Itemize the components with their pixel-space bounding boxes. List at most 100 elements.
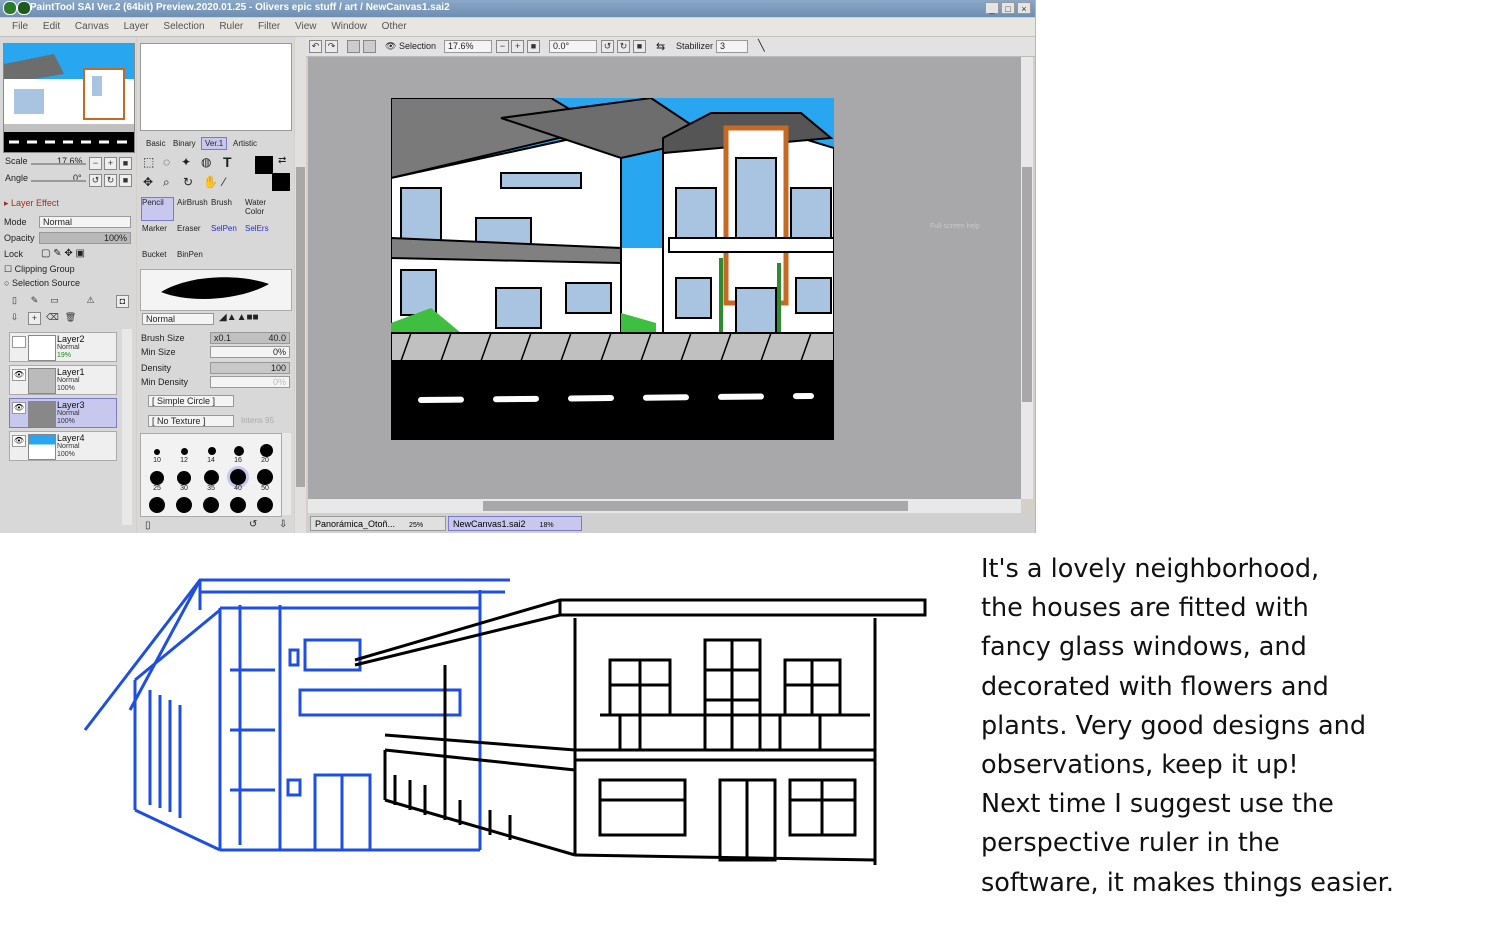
drawing-canvas[interactable]	[391, 98, 834, 440]
invert-selection-icon[interactable]	[363, 40, 376, 53]
line-tool-icon[interactable]: ╲	[758, 39, 765, 52]
deselect-icon[interactable]	[347, 40, 360, 53]
minimize-button[interactable]: _	[985, 2, 999, 14]
visibility-toggle[interactable]	[12, 336, 26, 348]
scale-slider[interactable]	[31, 163, 86, 165]
magic-wand-icon[interactable]: ✦	[181, 155, 191, 169]
tool-brush[interactable]: Brush	[211, 198, 244, 222]
layer-mask-icon[interactable]: ◘	[116, 295, 129, 308]
menu-window[interactable]: Window	[331, 18, 367, 36]
flip-horizontal-icon[interactable]: ⇆	[656, 40, 665, 53]
rotate-ccw-icon[interactable]: ↺	[601, 40, 614, 53]
navigator-thumbnail[interactable]	[3, 43, 135, 153]
menu-file[interactable]: File	[12, 18, 28, 36]
canvas-vertical-scrollbar[interactable]	[1021, 57, 1033, 499]
swap-colors-icon[interactable]: ⇄	[278, 155, 286, 166]
brush-shape-icons[interactable]: ◢▲▲■■	[219, 312, 259, 323]
brush-size-slider[interactable]: x0.1 40.0	[210, 332, 290, 344]
layer-row[interactable]: 👁 Layer1 Normal 100%	[9, 365, 117, 395]
opacity-slider[interactable]: 100%	[39, 232, 131, 244]
tab-basic[interactable]: Basic	[143, 138, 169, 149]
menu-ruler[interactable]: Ruler	[219, 18, 243, 36]
tool-settings-icon[interactable]: ▯	[145, 520, 151, 531]
doc-tab[interactable]: NewCanvas1.sai2 18%	[448, 516, 582, 531]
reset-icon[interactable]: ↺	[249, 519, 257, 530]
angle-slider[interactable]	[31, 180, 86, 182]
shape-icon[interactable]: ◍	[201, 155, 211, 169]
brush-texture-select[interactable]: [ No Texture ]	[148, 415, 234, 427]
brush-size-preset[interactable]: 16	[228, 457, 248, 464]
primary-color-swatch[interactable]	[255, 156, 273, 174]
zoom-out-icon[interactable]: −	[496, 40, 509, 53]
eye-icon[interactable]: 👁	[12, 435, 26, 447]
tool-pencil[interactable]: Pencil	[141, 197, 174, 221]
brush-size-preset[interactable]: 35	[201, 485, 221, 492]
eyedropper-icon[interactable]: ⁄	[223, 175, 225, 189]
tab-artistic[interactable]: Artistic	[230, 138, 260, 149]
brush-size-preset[interactable]: 20	[255, 457, 275, 464]
zoom-in-button[interactable]: +	[104, 157, 117, 170]
lock-icons[interactable]: ▢ ✎ ✥ ▣	[41, 248, 85, 259]
min-density-slider[interactable]: 0%	[210, 376, 290, 388]
menu-selection[interactable]: Selection	[163, 18, 204, 36]
tool-watercolor[interactable]: Water Color	[245, 198, 278, 222]
tab-ver1[interactable]: Ver.1	[201, 137, 228, 150]
brush-size-preset[interactable]: 25	[147, 485, 167, 492]
eye-icon[interactable]: 👁	[12, 369, 26, 381]
lasso-icon[interactable]: ◌	[163, 155, 170, 169]
secondary-color-swatch[interactable]	[272, 173, 290, 191]
brush-size-preset[interactable]: 12	[174, 457, 194, 464]
stabilizer-select[interactable]: 3	[716, 40, 748, 53]
brush-size-preset[interactable]: 40	[228, 485, 248, 492]
select-rect-icon[interactable]: ⬚	[143, 155, 154, 169]
maximize-button[interactable]: □	[1001, 2, 1015, 14]
brush-blend-select[interactable]: Normal	[142, 313, 214, 325]
menu-layer[interactable]: Layer	[124, 18, 149, 36]
min-size-slider[interactable]: 0%	[210, 346, 290, 358]
brush-shape-select[interactable]: [ Simple Circle ]	[148, 395, 234, 407]
zoom-in-icon[interactable]: +	[511, 40, 524, 53]
selection-source-checkbox[interactable]: ○ Selection Source	[4, 278, 80, 288]
tool-selers[interactable]: SelErs	[245, 224, 278, 248]
layer-list-scrollbar[interactable]	[122, 329, 132, 525]
clear-layer-icon[interactable]: ⌫	[46, 312, 59, 325]
rotate-right-button[interactable]: ↻	[104, 174, 117, 187]
layer-effect-toggle[interactable]: ▸ Layer Effect	[4, 198, 59, 209]
rotate-reset-icon[interactable]: ■	[633, 40, 646, 53]
menu-filter[interactable]: Filter	[258, 18, 280, 36]
tool-marker[interactable]: Marker	[142, 224, 175, 248]
eye-icon[interactable]: 👁	[12, 402, 26, 414]
menu-canvas[interactable]: Canvas	[75, 18, 109, 36]
menu-edit[interactable]: Edit	[43, 18, 60, 36]
delete-layer-icon[interactable]: 🗑	[64, 312, 77, 325]
move-icon[interactable]: ✥	[143, 175, 153, 189]
new-folder-icon[interactable]: ▭	[48, 295, 61, 308]
density-slider[interactable]: 100	[210, 362, 290, 374]
rotate-cw-icon[interactable]: ↻	[617, 40, 630, 53]
tool-airbrush[interactable]: AirBrush	[177, 198, 210, 222]
zoom-icon[interactable]: ⌕	[163, 175, 170, 190]
redo-icon[interactable]: ↷	[325, 40, 338, 53]
doc-tab[interactable]: Panorámica_Otoñ... 25%	[310, 516, 446, 531]
brush-size-preset[interactable]: 14	[201, 457, 221, 464]
rotate-icon[interactable]: ↻	[183, 175, 193, 189]
brush-size-preset[interactable]: 10	[147, 457, 167, 464]
brush-preset-scrollbar[interactable]	[282, 433, 291, 515]
layer-row[interactable]: 👁 Layer3 Normal 100%	[9, 398, 117, 428]
layer-fx-icon[interactable]: ⚠	[84, 295, 97, 308]
rotate-left-button[interactable]: ↺	[89, 174, 102, 187]
zoom-fit-icon[interactable]: ■	[527, 40, 540, 53]
save-preset-icon[interactable]: ⇩	[279, 519, 287, 530]
close-button[interactable]: ×	[1017, 2, 1031, 14]
layer-row[interactable]: 👁 Layer4 Normal 100%	[9, 431, 117, 461]
canvas-viewport[interactable]: Full-screen help	[308, 57, 1021, 499]
brush-size-preset[interactable]: 30	[174, 485, 194, 492]
text-tool-icon[interactable]: T	[223, 154, 232, 170]
canvas-horizontal-scrollbar[interactable]	[308, 499, 1021, 513]
zoom-reset-button[interactable]: ■	[119, 157, 132, 170]
brush-size-preset[interactable]: 50	[255, 485, 275, 492]
tab-binary[interactable]: Binary	[170, 138, 199, 149]
menu-view[interactable]: View	[295, 18, 317, 36]
tool-selpen[interactable]: SelPen	[211, 224, 244, 248]
zoom-select[interactable]: 17.6%	[444, 40, 492, 53]
